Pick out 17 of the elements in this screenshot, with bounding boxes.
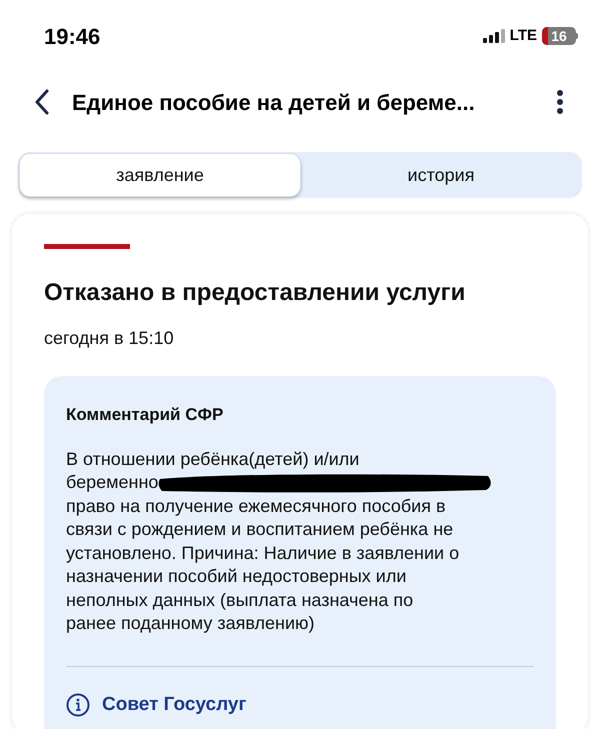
info-icon [66,692,90,717]
comment-text: беременно [66,471,158,494]
battery-icon: 16 [542,27,578,45]
signal-icon [482,29,505,43]
status-time-label: сегодня в 15:10 [44,327,175,350]
comment-text: В отношении ребёнка(детей) и/или [66,448,360,471]
back-icon[interactable] [34,89,50,115]
tab[interactable]: заявление [19,153,301,197]
page-title: Единое пособие на детей и береме... [72,88,475,117]
tab[interactable]: история [301,153,581,197]
status-title: Отказано в предоставлении услуги [44,278,466,308]
advice-link[interactable]: Совет Госуслуг [66,690,534,719]
more-menu-icon[interactable] [556,89,564,115]
comment-heading: Комментарий СФР [66,404,224,426]
comment-text: право на получение ежемесячного пособия в связи с рождением и воспитанием ребёнка не установлено. Причина: Наличие в заявлении о назначении пособий недостоверных или неполных данных (выплата назначена по ранее поданному заявлению) [66,494,460,635]
status-time: 19:46 [44,22,100,50]
network-label: LTE [510,26,537,46]
